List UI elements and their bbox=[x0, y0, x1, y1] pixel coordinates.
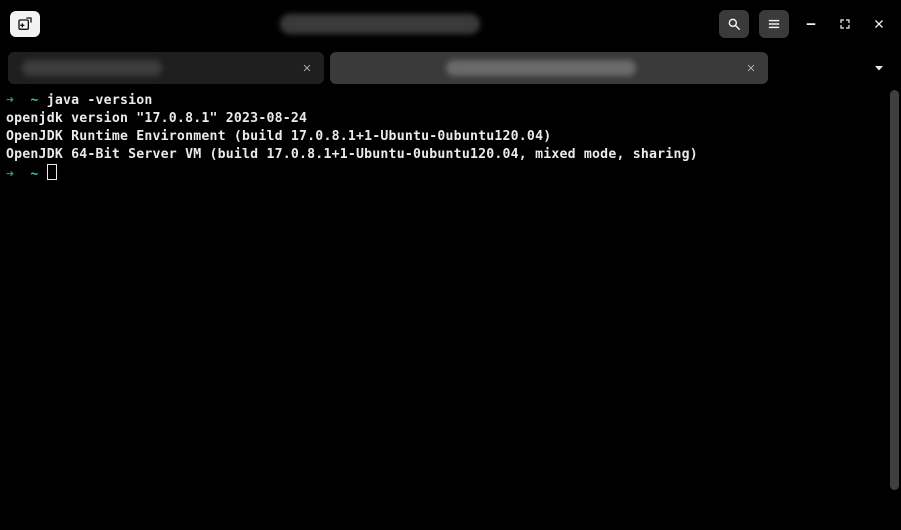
terminal-output[interactable]: ➜ ~ java -versionopenjdk version "17.0.8… bbox=[0, 88, 901, 530]
close-icon bbox=[746, 63, 756, 73]
prompt-line: ➜ ~ java -version bbox=[6, 92, 891, 110]
new-tab-button[interactable] bbox=[10, 11, 40, 37]
chevron-down-icon bbox=[873, 62, 885, 74]
menu-icon bbox=[767, 17, 781, 31]
maximize-icon bbox=[839, 18, 851, 30]
tab-1[interactable] bbox=[8, 52, 324, 84]
titlebar bbox=[0, 0, 901, 48]
tab-2-close-button[interactable] bbox=[742, 59, 760, 77]
minimize-icon bbox=[805, 18, 817, 30]
tab-2-label bbox=[446, 60, 636, 76]
search-icon bbox=[727, 17, 741, 31]
tab-1-label bbox=[22, 60, 162, 76]
entered-command: java -version bbox=[47, 93, 153, 108]
terminal-area: ➜ ~ java -versionopenjdk version "17.0.8… bbox=[0, 88, 901, 530]
output-line: openjdk version "17.0.8.1" 2023-08-24 bbox=[6, 110, 891, 128]
close-icon bbox=[873, 18, 885, 30]
window-title-text bbox=[280, 14, 480, 34]
tabs-dropdown-button[interactable] bbox=[865, 54, 893, 82]
scrollbar-thumb[interactable] bbox=[890, 90, 899, 490]
tab-2[interactable] bbox=[330, 52, 768, 84]
maximize-button[interactable] bbox=[833, 12, 857, 36]
terminal-window: ➜ ~ java -versionopenjdk version "17.0.8… bbox=[0, 0, 901, 530]
output-line: OpenJDK Runtime Environment (build 17.0.… bbox=[6, 128, 891, 146]
prompt-path: ~ bbox=[30, 93, 38, 108]
titlebar-actions bbox=[719, 10, 891, 38]
output-line: OpenJDK 64-Bit Server VM (build 17.0.8.1… bbox=[6, 146, 891, 164]
tab-1-close-button[interactable] bbox=[298, 59, 316, 77]
prompt-line: ➜ ~ bbox=[6, 164, 891, 184]
cursor bbox=[47, 164, 57, 180]
menu-button[interactable] bbox=[759, 10, 789, 38]
window-close-button[interactable] bbox=[867, 12, 891, 36]
prompt-arrow: ➜ bbox=[6, 93, 14, 108]
new-tab-icon bbox=[17, 16, 33, 32]
close-icon bbox=[302, 63, 312, 73]
minimize-button[interactable] bbox=[799, 12, 823, 36]
prompt-path: ~ bbox=[30, 167, 38, 182]
prompt-arrow: ➜ bbox=[6, 167, 14, 182]
tab-strip bbox=[0, 48, 901, 88]
search-button[interactable] bbox=[719, 10, 749, 38]
window-title bbox=[50, 14, 709, 34]
